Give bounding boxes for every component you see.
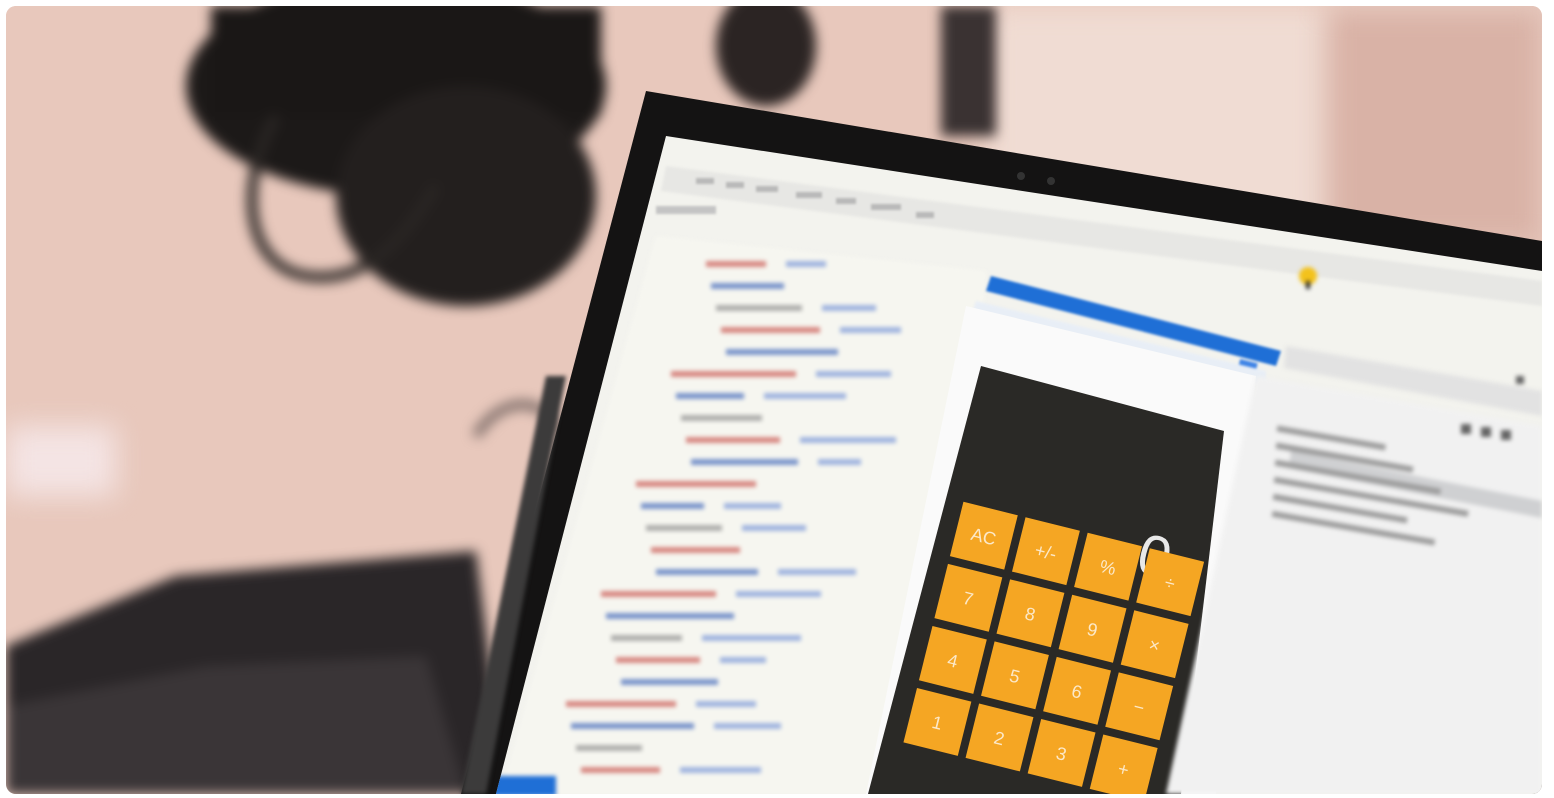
code-line (616, 657, 700, 663)
webcam-right (1047, 177, 1055, 185)
code-line-token (778, 569, 856, 575)
code-line (566, 701, 676, 707)
code-line-token (764, 393, 846, 399)
photo-scene: 0 AC+/-%÷789×456−123+ (6, 6, 1542, 794)
code-line (646, 525, 722, 531)
code-line-token (680, 767, 761, 773)
code-line (606, 613, 734, 619)
code-line-token (724, 503, 781, 509)
code-line (621, 679, 718, 685)
code-line (571, 723, 694, 729)
code-line-token (800, 437, 896, 443)
code-line (706, 261, 766, 267)
code-line (691, 459, 798, 465)
code-line (656, 569, 758, 575)
code-line (641, 503, 704, 509)
code-line (676, 393, 744, 399)
code-line (601, 591, 716, 597)
code-line-token (696, 701, 756, 707)
code-line (611, 635, 682, 641)
code-line (651, 547, 740, 553)
code-line-token (786, 261, 826, 267)
code-line-token (720, 657, 766, 663)
photo-frame: 0 AC+/-%÷789×456−123+ (6, 6, 1542, 794)
code-line-token (714, 723, 781, 729)
code-line (681, 415, 762, 421)
light-streak (6, 426, 116, 496)
code-line (636, 481, 756, 487)
code-line (726, 349, 838, 355)
code-line (721, 327, 820, 333)
code-line-token (822, 305, 876, 311)
code-line-token (840, 327, 901, 333)
webcam-left (1017, 172, 1025, 180)
code-line (686, 437, 780, 443)
code-line-token (742, 525, 806, 531)
code-line (671, 371, 796, 377)
code-line-token (702, 635, 801, 641)
code-line (716, 305, 802, 311)
code-line-token (736, 591, 821, 597)
code-line-token (818, 459, 861, 465)
code-line (711, 283, 784, 289)
code-line (576, 745, 642, 751)
code-line-token (816, 371, 891, 377)
code-line (581, 767, 660, 773)
wall-pink-right (1326, 6, 1542, 246)
